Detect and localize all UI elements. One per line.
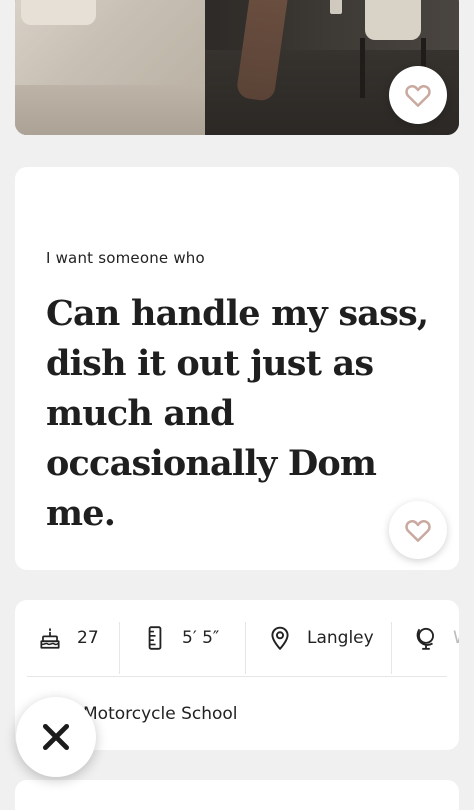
vital-divider [245,622,246,674]
prompt-answer: Can handle my sass, dish it out just as … [46,293,429,534]
profile-photo-card [15,0,459,135]
photo-outlet [330,0,342,14]
info-divider [27,676,447,677]
prompt-card: I want someone who Can handle my sass, d… [15,167,459,570]
vital-age-value: 27 [77,627,99,648]
vitals-row[interactable]: 27 5′ 5″ Langley [15,610,459,674]
vital-location-value: Langley [307,627,374,648]
birthday-cake-icon [40,627,60,649]
heart-outline-icon [405,84,431,107]
photo-like-button[interactable] [389,66,447,124]
location-pin-icon [271,626,289,650]
ruler-icon [148,625,162,650]
close-x-icon [42,723,70,751]
vital-height-value: 5′ 5″ [182,627,220,648]
vital-height: 5′ 5″ [142,610,219,665]
education-value: Motorcycle School [83,704,238,724]
dismiss-button[interactable] [16,697,96,777]
vital-divider [391,622,392,674]
photo-bed-blanket [15,85,205,135]
vital-hometown: W [413,610,459,665]
photo-pillow [21,0,96,25]
next-card [15,780,459,810]
vital-divider [119,622,120,674]
vital-hometown-value: W [453,628,459,648]
prompt-like-button[interactable] [389,501,447,559]
prompt-question: I want someone who [46,249,205,267]
vital-location: Langley [267,610,374,665]
globe-icon [416,627,434,650]
heart-outline-icon [405,519,431,542]
vital-age: 27 [37,610,99,665]
photo-plant-pot [365,0,421,40]
